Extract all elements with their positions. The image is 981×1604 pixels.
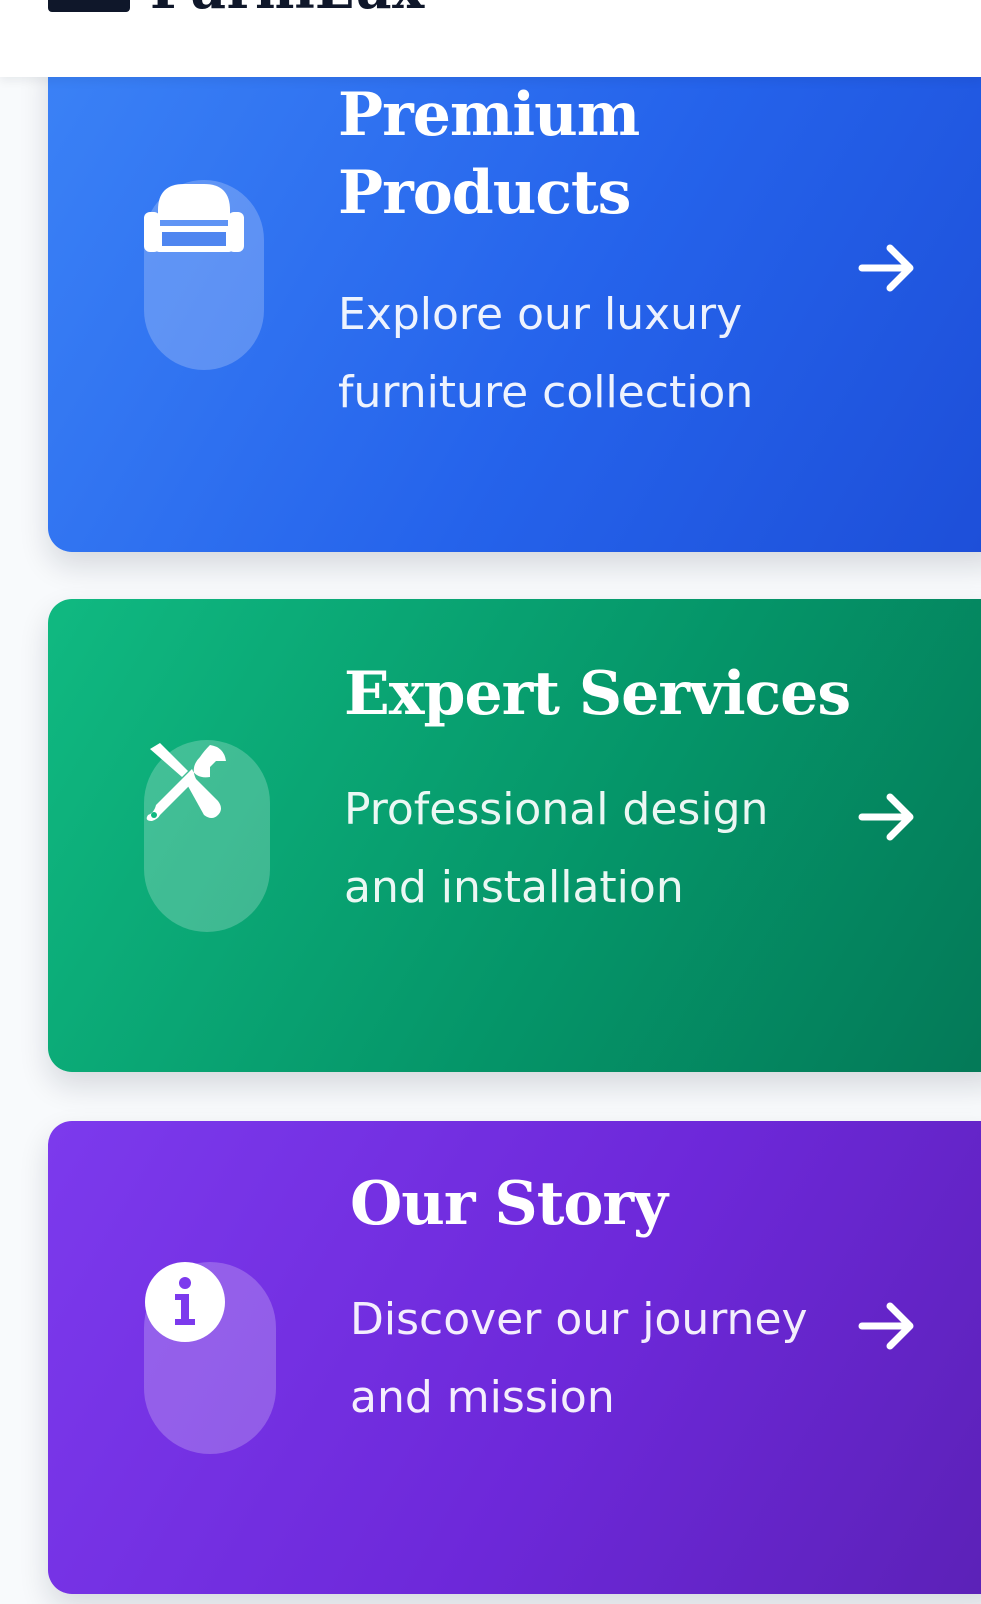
card-description: Professional design and installation <box>344 784 769 913</box>
arrow-right-icon[interactable] <box>858 792 918 842</box>
card-title: Our Story <box>350 1169 668 1239</box>
premium-products-card[interactable]: Premium Products Explore our luxury furn… <box>48 40 981 552</box>
brand-logo-text[interactable]: FurniLux <box>150 0 424 16</box>
card-description: Explore our luxury furniture collection <box>338 289 754 418</box>
expert-services-card[interactable]: Expert Services Professional design and … <box>48 599 981 1072</box>
site-header: FurniLux <box>0 0 981 77</box>
card-title: Expert Services <box>344 659 851 729</box>
arrow-right-icon[interactable] <box>858 243 918 293</box>
couch-icon <box>144 184 244 252</box>
info-icon <box>145 1262 225 1342</box>
card-title: Premium Products <box>338 80 640 228</box>
our-story-card[interactable]: Our Story Discover our journey and missi… <box>48 1121 981 1594</box>
tools-icon <box>146 743 226 821</box>
bed-icon[interactable] <box>48 0 130 12</box>
arrow-right-icon[interactable] <box>858 1301 918 1351</box>
card-description: Discover our journey and mission <box>350 1294 808 1423</box>
